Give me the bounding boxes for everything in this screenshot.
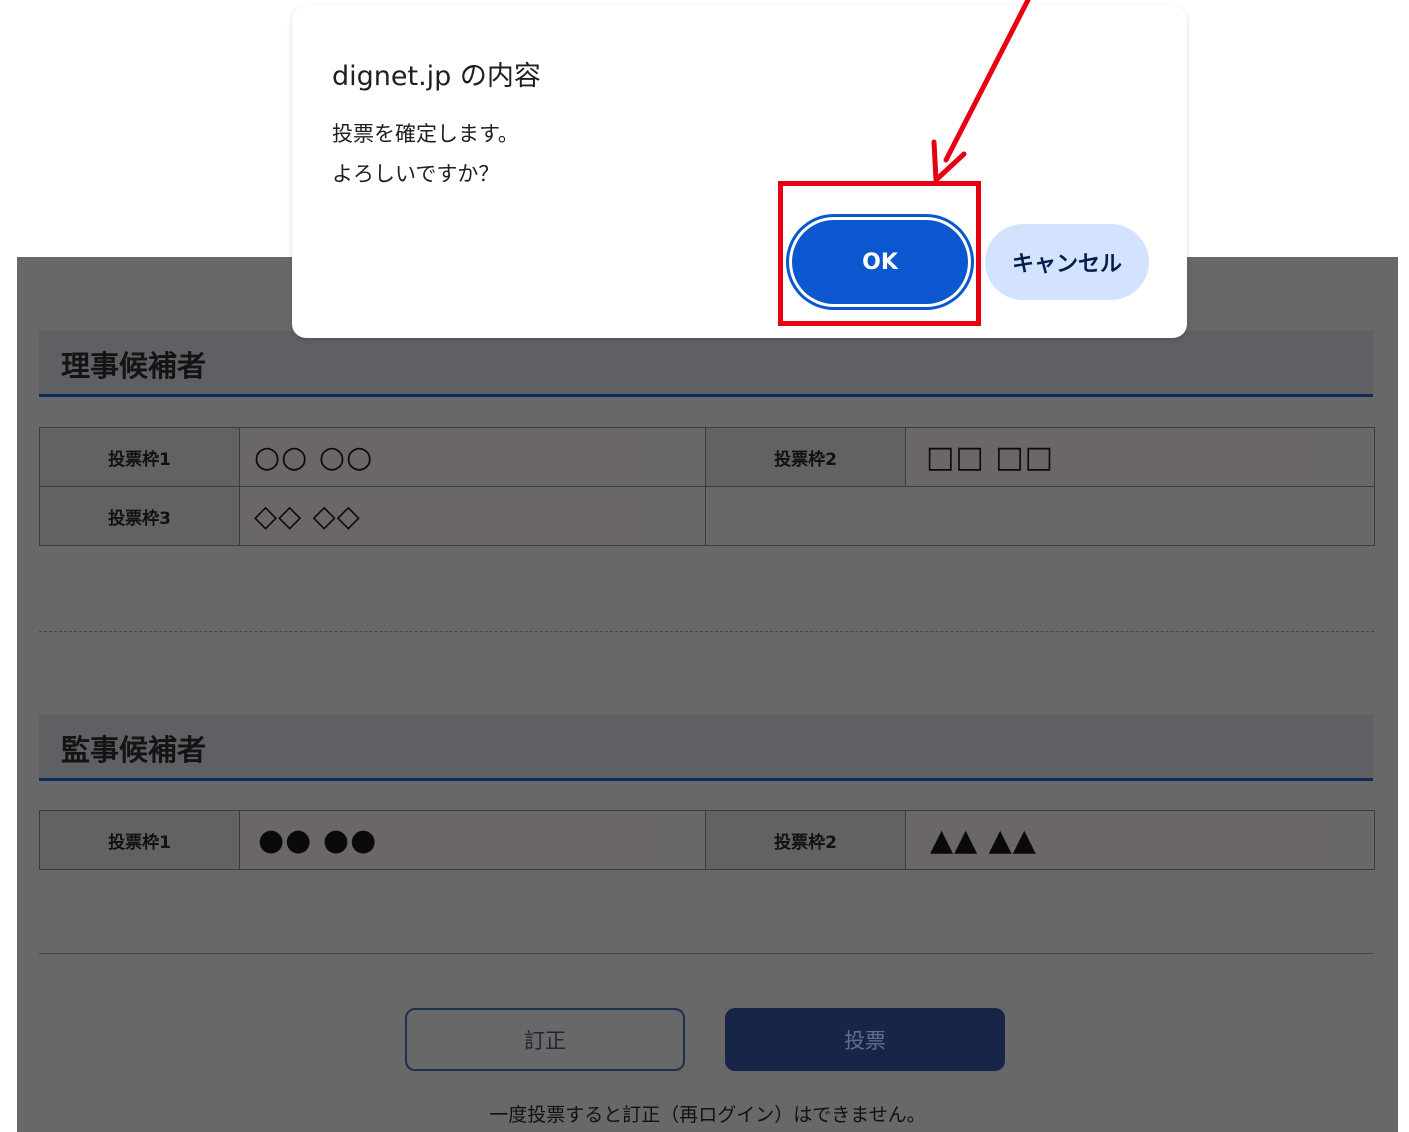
pointer-arrow-icon <box>931 0 1031 183</box>
